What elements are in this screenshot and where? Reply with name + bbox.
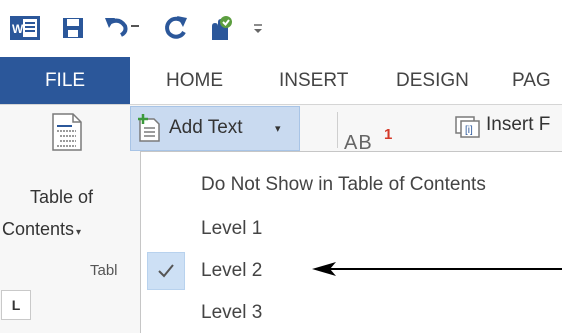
tab-insert[interactable]: INSERT — [279, 57, 348, 104]
caret-down-icon[interactable] — [129, 19, 141, 37]
undo-button[interactable] — [98, 12, 146, 44]
footnote-letters: AB — [344, 132, 373, 152]
quick-access-toolbar: W — [0, 0, 562, 57]
insert-endnote-icon[interactable]: [i] — [455, 116, 481, 138]
add-text-icon — [137, 114, 161, 142]
tab-selector[interactable]: L — [1, 290, 31, 320]
chevron-down-icon: ▾ — [275, 123, 281, 135]
tab-page-layout[interactable]: PAG — [512, 57, 551, 104]
table-of-contents-button[interactable]: Table of Contents ▾ — [0, 105, 130, 255]
menu-item-label: Do Not Show in Table of Contents — [201, 174, 486, 195]
chevron-down-icon: ▾ — [76, 227, 82, 238]
add-text-dropdown-menu: Do Not Show in Table of Contents Level 1… — [140, 151, 562, 333]
tab-home[interactable]: HOME — [166, 57, 223, 104]
menu-item-label: Level 1 — [201, 218, 263, 239]
group-separator — [337, 112, 338, 148]
footnote-superscript: 1 — [384, 128, 393, 143]
tab-file[interactable]: FILE — [0, 57, 130, 104]
touch-mode-icon[interactable] — [203, 12, 239, 44]
menu-item-label: Level 3 — [201, 302, 263, 323]
svg-text:W: W — [12, 22, 24, 36]
svg-text:[i]: [i] — [465, 125, 473, 136]
tab-design[interactable]: DESIGN — [396, 57, 469, 104]
ribbon-tabs: FILE HOME INSERT DESIGN PAG — [0, 57, 562, 104]
insert-endnote-label[interactable]: Insert F — [486, 114, 550, 136]
word-app-icon[interactable]: W — [8, 12, 42, 44]
toc-label-line1: Table of — [30, 187, 94, 207]
menu-item-level-1[interactable]: Level 1 — [141, 208, 562, 252]
add-text-button[interactable]: Add Text ▾ — [130, 106, 300, 151]
callout-arrow — [312, 262, 562, 276]
insert-footnote-button[interactable]: AB 1 — [344, 128, 408, 152]
undo-icon — [103, 14, 129, 43]
add-text-label: Add Text — [169, 117, 243, 138]
group-label-table-of-contents: Tabl — [90, 262, 118, 279]
save-icon[interactable] — [58, 12, 88, 44]
table-of-contents-icon — [52, 113, 82, 151]
repeat-icon[interactable] — [160, 12, 192, 44]
toc-label-line2: Contents ▾ — [2, 219, 82, 239]
checkmark-icon — [147, 252, 185, 290]
menu-item-do-not-show[interactable]: Do Not Show in Table of Contents — [141, 164, 562, 208]
customize-qat-icon[interactable] — [246, 12, 270, 44]
menu-item-level-3[interactable]: Level 3 — [141, 292, 562, 333]
menu-item-label: Level 2 — [201, 260, 263, 281]
